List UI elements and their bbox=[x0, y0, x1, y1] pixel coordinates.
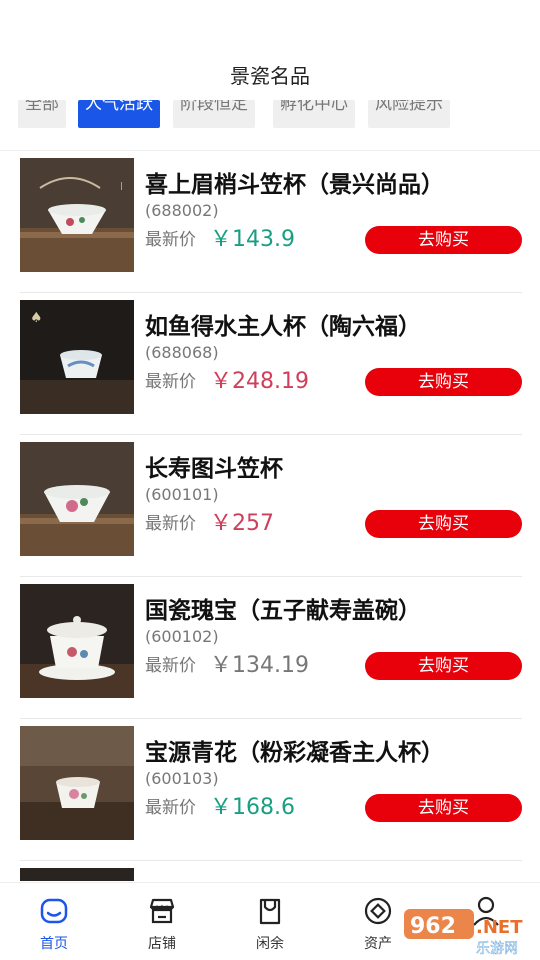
product-name: 国瓷瑰宝（五子献寿盖碗） bbox=[145, 598, 421, 624]
product-image bbox=[20, 584, 134, 698]
product-image: ♠ bbox=[20, 300, 134, 414]
product-code: (688002) bbox=[145, 201, 219, 220]
coin-icon bbox=[364, 897, 392, 925]
product-name: 喜上眉梢斗笠杯（景兴尚品） bbox=[145, 172, 444, 198]
product-name: 宝源青花（粉彩凝香主人杯） bbox=[145, 740, 444, 766]
svg-text:|: | bbox=[120, 181, 123, 190]
tabbar-idle[interactable]: 闲余 bbox=[216, 883, 324, 960]
buy-button[interactable]: 去购买 bbox=[365, 226, 522, 254]
svg-text:乐游网: 乐游网 bbox=[476, 941, 518, 957]
product-code: (600102) bbox=[145, 627, 219, 646]
svg-text:.NET: .NET bbox=[476, 917, 523, 938]
tabbar-label: 闲余 bbox=[256, 936, 284, 952]
product-code: (600101) bbox=[145, 485, 219, 504]
tabbar-home[interactable]: 首页 bbox=[0, 883, 108, 960]
category-tabs: 全部 人气活跃 阶段恒定 孵化中心 风险提示 bbox=[18, 100, 522, 130]
price-label: 最新价 bbox=[145, 656, 196, 676]
product-price: ￥134.19 bbox=[210, 653, 309, 678]
list-item[interactable]: 宝源青花（粉彩凝香主人杯） (600103) 最新价 ￥168.6 去购买 bbox=[20, 719, 522, 861]
product-price: ￥248.19 bbox=[210, 369, 309, 394]
price-label: 最新价 bbox=[145, 230, 196, 250]
tabbar-label: 店铺 bbox=[148, 936, 176, 952]
list-item[interactable] bbox=[20, 861, 522, 881]
tabbar-store[interactable]: 店铺 bbox=[108, 883, 216, 960]
product-image bbox=[20, 442, 134, 556]
tab-risk[interactable]: 风险提示 bbox=[368, 100, 450, 128]
tab-popular[interactable]: 人气活跃 bbox=[78, 100, 160, 128]
product-image bbox=[20, 868, 134, 881]
product-price: ￥257 bbox=[210, 511, 274, 536]
price-label: 最新价 bbox=[145, 798, 196, 818]
buy-button[interactable]: 去购买 bbox=[365, 510, 522, 538]
product-name: 如鱼得水主人杯（陶六福） bbox=[145, 314, 421, 340]
svg-text:♠: ♠ bbox=[30, 310, 43, 326]
list-item[interactable]: | 喜上眉梢斗笠杯（景兴尚品） (688002) 最新价 ￥143.9 去购买 bbox=[20, 151, 522, 293]
header: 景瓷名品 bbox=[0, 0, 540, 100]
list-item[interactable]: 长寿图斗笠杯 (600101) 最新价 ￥257 去购买 bbox=[20, 435, 522, 577]
buy-button[interactable]: 去购买 bbox=[365, 368, 522, 396]
product-list: | 喜上眉梢斗笠杯（景兴尚品） (688002) 最新价 ￥143.9 去购买 … bbox=[0, 151, 540, 881]
tabbar-label: 首页 bbox=[40, 936, 68, 952]
home-icon bbox=[40, 898, 68, 924]
product-code: (688068) bbox=[145, 343, 219, 362]
product-code: (600103) bbox=[145, 769, 219, 788]
product-image bbox=[20, 726, 134, 840]
store-icon bbox=[149, 898, 175, 924]
product-price: ￥168.6 bbox=[210, 795, 295, 820]
watermark-logo: 962 .NET 乐游网 bbox=[402, 905, 536, 957]
tab-stable[interactable]: 阶段恒定 bbox=[173, 100, 255, 128]
svg-text:962: 962 bbox=[410, 914, 456, 939]
product-price: ￥143.9 bbox=[210, 227, 295, 252]
list-item[interactable]: ♠ 如鱼得水主人杯（陶六福） (688068) 最新价 ￥248.19 去购买 bbox=[20, 293, 522, 435]
price-label: 最新价 bbox=[145, 372, 196, 392]
list-item[interactable]: 国瓷瑰宝（五子献寿盖碗） (600102) 最新价 ￥134.19 去购买 bbox=[20, 577, 522, 719]
bag-icon bbox=[259, 898, 281, 925]
page-title: 景瓷名品 bbox=[230, 64, 310, 88]
tab-all[interactable]: 全部 bbox=[18, 100, 66, 128]
product-name: 长寿图斗笠杯 bbox=[145, 456, 283, 482]
buy-button[interactable]: 去购买 bbox=[365, 652, 522, 680]
price-label: 最新价 bbox=[145, 514, 196, 534]
buy-button[interactable]: 去购买 bbox=[365, 794, 522, 822]
product-image: | bbox=[20, 158, 134, 272]
tab-incubation[interactable]: 孵化中心 bbox=[273, 100, 355, 128]
